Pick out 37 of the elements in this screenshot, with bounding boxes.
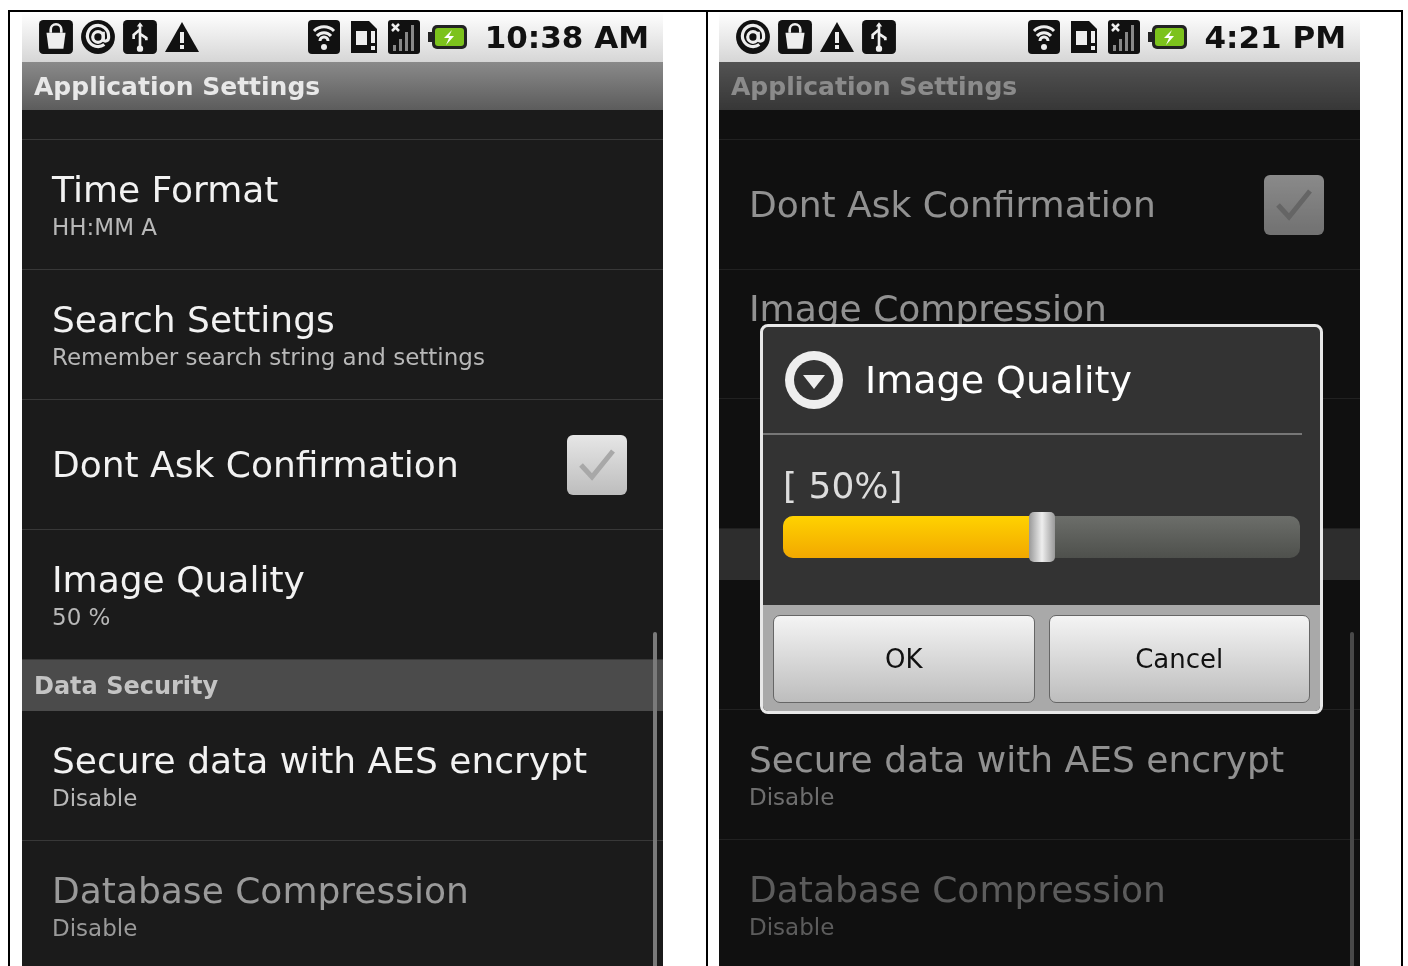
slider-thumb[interactable] (1028, 512, 1055, 562)
preference-summary: Disable (749, 914, 836, 940)
checkbox[interactable] (1264, 174, 1324, 235)
usb-icon (122, 19, 158, 55)
preference-title[interactable]: Time Format (52, 169, 627, 210)
usb-icon (861, 19, 897, 55)
shopping-bag-icon (777, 19, 813, 55)
preference-title[interactable]: Dont Ask Confirmation (52, 444, 567, 485)
preference-summary: HH:MM A (52, 214, 159, 240)
shopping-bag-icon (38, 19, 74, 55)
wifi-icon (306, 19, 341, 55)
dialog-title: Image Quality (865, 358, 1132, 402)
preference-summary: 50 % (52, 604, 112, 630)
no-signal-icon (1106, 19, 1141, 55)
checkbox[interactable] (567, 434, 627, 495)
dialog-button[interactable]: Cancel (1048, 615, 1310, 703)
at-sign-icon (80, 19, 116, 55)
preference-title[interactable]: Secure data with AES encrypt (749, 739, 1324, 780)
preference-title[interactable]: Search Settings (52, 299, 627, 340)
slider-value: [ 50%] (783, 465, 903, 506)
at-sign-icon (735, 19, 771, 55)
preference-summary: Remember search string and settings (52, 344, 486, 370)
dropdown-circle-icon (783, 349, 845, 411)
preference-summary: Disable (749, 784, 836, 810)
dialog-button[interactable]: OK (773, 615, 1035, 703)
preference-title[interactable]: Image Quality (52, 559, 627, 600)
clock: 10:38 AM (484, 19, 649, 55)
preference-summary: Disable (52, 915, 139, 941)
wifi-icon (1026, 19, 1061, 55)
app-title: Application Settings (34, 71, 321, 101)
preference-title[interactable]: Dont Ask Confirmation (749, 184, 1264, 225)
preference-title[interactable]: Secure data with AES encrypt (52, 740, 627, 781)
category-title: Data Security (34, 671, 219, 700)
clock: 4:21 PM (1204, 19, 1346, 55)
preference-summary: Disable (52, 785, 139, 811)
app-title: Application Settings (731, 71, 1018, 101)
no-signal-icon (386, 19, 421, 55)
